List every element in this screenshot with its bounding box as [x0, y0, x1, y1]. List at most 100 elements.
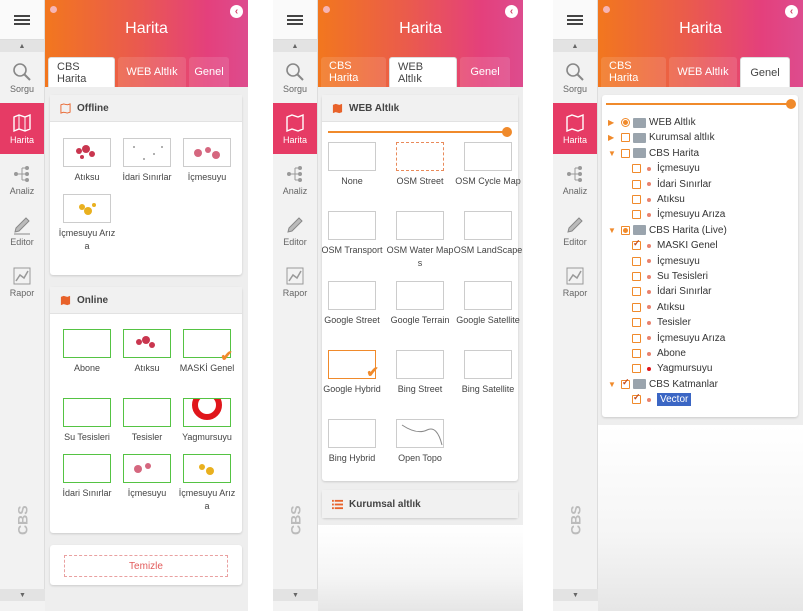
tree-checkbox[interactable] — [632, 318, 641, 328]
tree-node[interactable]: MASKI Genel — [632, 238, 718, 253]
tab-cbs-harita[interactable]: CBS Harita — [321, 57, 386, 87]
tab-cbs-harita[interactable]: CBS Harita — [48, 57, 115, 87]
expand-arrow-icon[interactable]: ▶ — [608, 118, 618, 127]
tree-node[interactable]: Su Tesisleri — [632, 269, 708, 284]
sidebar-item-rapor[interactable]: Rapor — [0, 256, 44, 307]
collapse-arrow-icon[interactable]: ▼ — [608, 226, 618, 235]
tree-node[interactable]: İçmesuyu — [632, 254, 700, 269]
tree-checkbox[interactable] — [632, 238, 641, 251]
layer-tile-tesisler[interactable]: Tesisler — [117, 398, 177, 444]
tree-node[interactable]: İçmesuyu — [632, 161, 700, 176]
tree-node[interactable]: ▶ WEB Altlık — [608, 115, 696, 130]
sidebar-item-analiz[interactable]: Analiz — [553, 154, 597, 205]
clear-button[interactable]: Temizle — [64, 555, 228, 577]
scroll-up-button[interactable]: ▲ — [553, 40, 597, 52]
tree-node[interactable]: ▼ CBS Katmanlar — [608, 377, 718, 392]
layer-tile-idari-sinirlar[interactable]: İdari Sınırlar — [117, 138, 177, 184]
tree-checkbox[interactable] — [632, 272, 641, 281]
basemap-osm-water[interactable]: OSM Water Maps — [385, 211, 455, 270]
basemap-osm-street[interactable]: OSM Street — [385, 142, 455, 188]
basemap-osm-cycle[interactable]: OSM Cycle Map — [453, 142, 523, 188]
sidebar-item-harita[interactable]: Harita — [273, 103, 317, 154]
tree-checkbox[interactable] — [632, 364, 641, 374]
tree-node[interactable]: ▼ CBS Harita — [608, 146, 699, 161]
tree-node[interactable]: İdari Sınırlar — [632, 284, 711, 299]
sidebar-item-editor[interactable]: Editor — [553, 205, 597, 256]
layer-tile-su-tesisleri[interactable]: Su Tesisleri — [57, 398, 117, 444]
tree-node[interactable]: İçmesuyu Arıza — [632, 207, 725, 222]
basemap-google-satellite[interactable]: Google Satellite — [453, 281, 523, 327]
layer-tile-atiksu[interactable]: Atıksu — [117, 329, 177, 375]
tree-checkbox[interactable] — [632, 179, 641, 189]
scroll-down-button[interactable]: ▼ — [273, 589, 318, 601]
basemap-osm-transport[interactable]: OSM Transport — [317, 211, 387, 257]
tree-checkbox[interactable] — [621, 225, 630, 235]
sidebar-item-sorgu[interactable]: Sorgu — [553, 52, 597, 103]
tree-checkbox[interactable] — [632, 210, 641, 220]
tree-checkbox[interactable] — [621, 118, 630, 127]
sidebar-item-harita[interactable]: Harita — [553, 103, 597, 154]
opacity-slider-handle[interactable] — [786, 99, 796, 109]
basemap-open-topo[interactable]: Open Topo — [385, 419, 455, 465]
tree-checkbox[interactable] — [632, 349, 641, 358]
layer-tile-icmesuyu-ariza[interactable]: İçmesuyu Arıza — [177, 454, 237, 513]
hamburger-menu-button[interactable] — [273, 0, 317, 40]
tab-genel[interactable]: Genel — [740, 57, 790, 87]
tab-web-altlik[interactable]: WEB Altlık — [669, 57, 737, 87]
tree-node[interactable]: ▼ CBS Harita (Live) — [608, 223, 727, 238]
sidebar-item-rapor[interactable]: Rapor — [553, 256, 597, 307]
sidebar-item-rapor[interactable]: Rapor — [273, 256, 317, 307]
tree-checkbox[interactable] — [632, 195, 641, 204]
tree-checkbox[interactable] — [632, 392, 641, 405]
expand-arrow-icon[interactable]: ▶ — [608, 133, 618, 142]
tree-checkbox[interactable] — [621, 133, 630, 143]
layer-tile-atiksu[interactable]: Atıksu — [57, 138, 117, 184]
sidebar-item-sorgu[interactable]: Sorgu — [0, 52, 44, 103]
tab-web-altlik[interactable]: WEB Altlık — [118, 57, 186, 87]
tab-cbs-harita[interactable]: CBS Harita — [601, 57, 666, 87]
opacity-slider-handle[interactable] — [502, 127, 512, 137]
tree-node[interactable]: Atıksu — [632, 192, 685, 207]
tab-web-altlik[interactable]: WEB Altlık — [389, 57, 457, 87]
sidebar-item-editor[interactable]: Editor — [0, 205, 44, 256]
kurumsal-altlik-header[interactable]: Kurumsal altlık — [322, 490, 518, 518]
basemap-google-street[interactable]: Google Street — [317, 281, 387, 327]
hamburger-menu-button[interactable] — [553, 0, 597, 40]
back-icon[interactable]: ‹ — [505, 5, 518, 18]
offline-header[interactable]: Offline — [50, 95, 242, 122]
layer-tile-icmesuyu[interactable]: İçmesuyu — [117, 454, 177, 500]
tab-genel[interactable]: Genel — [189, 57, 229, 87]
layer-tile-icmesuyu[interactable]: İçmesuyu — [177, 138, 237, 184]
scroll-up-button[interactable]: ▲ — [273, 40, 317, 52]
basemap-google-terrain[interactable]: Google Terrain — [385, 281, 455, 327]
opacity-slider[interactable] — [606, 103, 790, 105]
tree-checkbox[interactable] — [632, 333, 641, 343]
tree-checkbox[interactable] — [632, 256, 641, 266]
tree-node[interactable]: Yagmursuyu — [632, 361, 712, 376]
basemap-bing-hybrid[interactable]: Bing Hybrid — [317, 419, 387, 465]
basemap-osm-landscape[interactable]: OSM LandScape — [453, 211, 523, 257]
collapse-arrow-icon[interactable]: ▼ — [608, 380, 618, 389]
tree-checkbox[interactable] — [632, 287, 641, 297]
tree-checkbox[interactable] — [632, 164, 641, 174]
basemap-google-hybrid[interactable]: ✔ Google Hybrid — [317, 350, 387, 396]
tree-node[interactable]: ▶ Kurumsal altlık — [608, 130, 715, 145]
tree-node[interactable]: Vector — [632, 392, 692, 407]
tree-node[interactable]: Atıksu — [632, 300, 685, 315]
tree-checkbox[interactable] — [621, 148, 630, 158]
tree-node[interactable]: İçmesuyu Arıza — [632, 331, 725, 346]
scroll-down-button[interactable]: ▼ — [553, 589, 598, 601]
scroll-down-button[interactable]: ▼ — [0, 589, 45, 601]
sidebar-item-harita[interactable]: Harita — [0, 103, 44, 154]
scroll-up-button[interactable]: ▲ — [0, 40, 44, 52]
collapse-arrow-icon[interactable]: ▼ — [608, 149, 618, 158]
layer-tile-idari-sinirlar[interactable]: İdari Sınırlar — [57, 454, 117, 500]
basemap-bing-street[interactable]: Bing Street — [385, 350, 455, 396]
tree-node[interactable]: Tesisler — [632, 315, 691, 330]
layer-tile-yagmursuyu[interactable]: Yagmursuyu — [177, 398, 237, 444]
layer-tile-abone[interactable]: Abone — [57, 329, 117, 375]
online-header[interactable]: Online — [50, 287, 242, 314]
basemap-none[interactable]: None — [317, 142, 387, 188]
back-icon[interactable]: ‹ — [230, 5, 243, 18]
tree-node[interactable]: İdari Sınırlar — [632, 177, 711, 192]
